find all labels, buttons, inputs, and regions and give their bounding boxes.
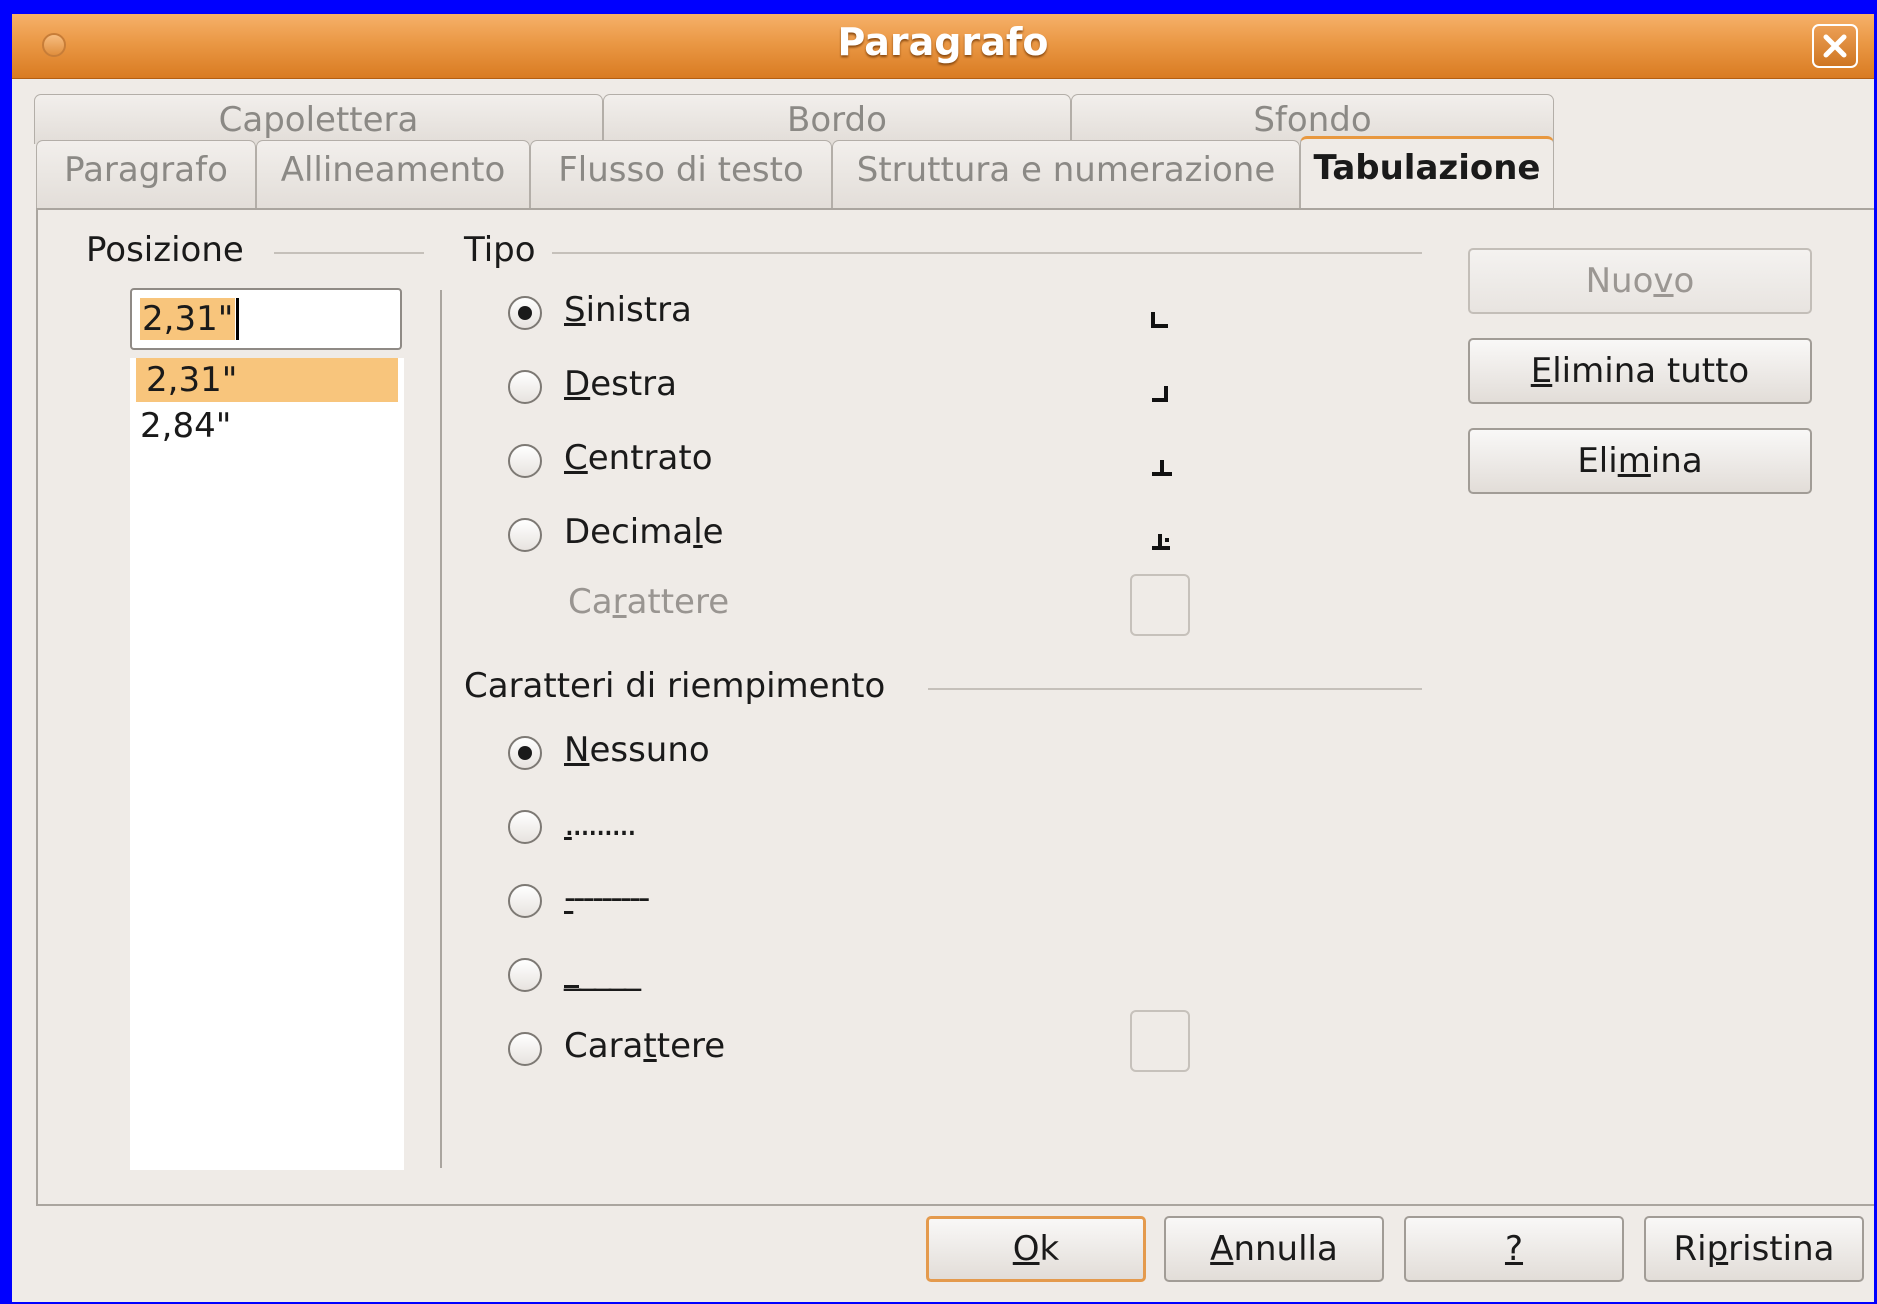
radio-destra[interactable] <box>508 370 542 404</box>
radio-sinistra[interactable] <box>508 296 542 330</box>
label-sinistra[interactable]: Sinistra <box>564 290 692 330</box>
label-destra[interactable]: Destra <box>564 364 677 404</box>
label-fill-carattere[interactable]: Carattere <box>564 1026 725 1066</box>
type-group-line <box>552 252 1422 254</box>
fill-group-label: Caratteri di riempimento <box>464 666 886 706</box>
fill-group-line <box>928 688 1422 690</box>
position-list[interactable]: 2,31" 2,84" <box>130 358 404 1170</box>
title-bar[interactable]: Paragrafo <box>12 14 1874 79</box>
radio-decimale[interactable] <box>508 518 542 552</box>
decimal-tab-icon <box>1152 534 1170 550</box>
tab-struttura-e-numerazione[interactable]: Struttura e numerazione <box>832 140 1300 210</box>
close-button[interactable] <box>1812 24 1858 68</box>
tab-flusso-di-testo[interactable]: Flusso di testo <box>530 140 832 210</box>
label-fill-underscore[interactable]: _____ <box>564 952 641 992</box>
label-fill-dashes[interactable]: --------- <box>564 878 650 918</box>
reset-button[interactable]: Ripristina <box>1644 1216 1864 1282</box>
radio-fill-dots[interactable] <box>508 810 542 844</box>
help-button[interactable]: ? <box>1404 1216 1624 1282</box>
radio-centrato[interactable] <box>508 444 542 478</box>
label-decimale[interactable]: Decimale <box>564 512 724 552</box>
paragraph-dialog: Paragrafo Capolettera Bordo Sfondo Parag… <box>12 14 1874 1302</box>
fill-character-field[interactable] <box>1130 1010 1190 1072</box>
radio-fill-underscore[interactable] <box>508 958 542 992</box>
radio-nessuno[interactable] <box>508 736 542 770</box>
window-title: Paragrafo <box>837 20 1049 64</box>
position-list-item[interactable]: 2,84" <box>130 404 404 448</box>
radio-fill-dashes[interactable] <box>508 884 542 918</box>
position-list-item[interactable]: 2,31" <box>136 358 398 402</box>
decimal-character-field[interactable] <box>1130 574 1190 636</box>
position-group-label: Posizione <box>86 230 244 270</box>
text-cursor <box>236 298 239 340</box>
tab-paragrafo[interactable]: Paragrafo <box>36 140 256 210</box>
cancel-button[interactable]: Annulla <box>1164 1216 1384 1282</box>
position-group-line <box>274 252 424 254</box>
position-input-text: 2,31" <box>140 298 236 340</box>
tab-tabulazione[interactable]: Tabulazione <box>1300 136 1554 212</box>
position-input[interactable]: 2,31" <box>130 288 402 350</box>
tab-capolettera[interactable]: Capolettera <box>34 94 603 144</box>
ok-button[interactable]: Ok <box>926 1216 1146 1282</box>
delete-button[interactable]: Elimina <box>1468 428 1812 494</box>
radio-fill-carattere[interactable] <box>508 1032 542 1066</box>
left-tab-icon <box>1151 312 1168 328</box>
delete-all-button[interactable]: Elimina tutto <box>1468 338 1812 404</box>
right-tab-icon <box>1152 386 1168 402</box>
label-fill-dots[interactable]: ......... <box>564 804 637 844</box>
close-icon <box>1823 34 1847 58</box>
center-tab-icon <box>1152 460 1172 476</box>
new-button[interactable]: Nuovo <box>1468 248 1812 314</box>
type-group-label: Tipo <box>464 230 536 270</box>
label-carattere-type: Carattere <box>568 582 730 622</box>
label-centrato[interactable]: Centrato <box>564 438 713 478</box>
tab-allineamento[interactable]: Allineamento <box>256 140 530 210</box>
label-nessuno[interactable]: Nessuno <box>564 730 710 770</box>
tab-bordo[interactable]: Bordo <box>603 94 1071 144</box>
group-separator <box>440 290 442 1168</box>
